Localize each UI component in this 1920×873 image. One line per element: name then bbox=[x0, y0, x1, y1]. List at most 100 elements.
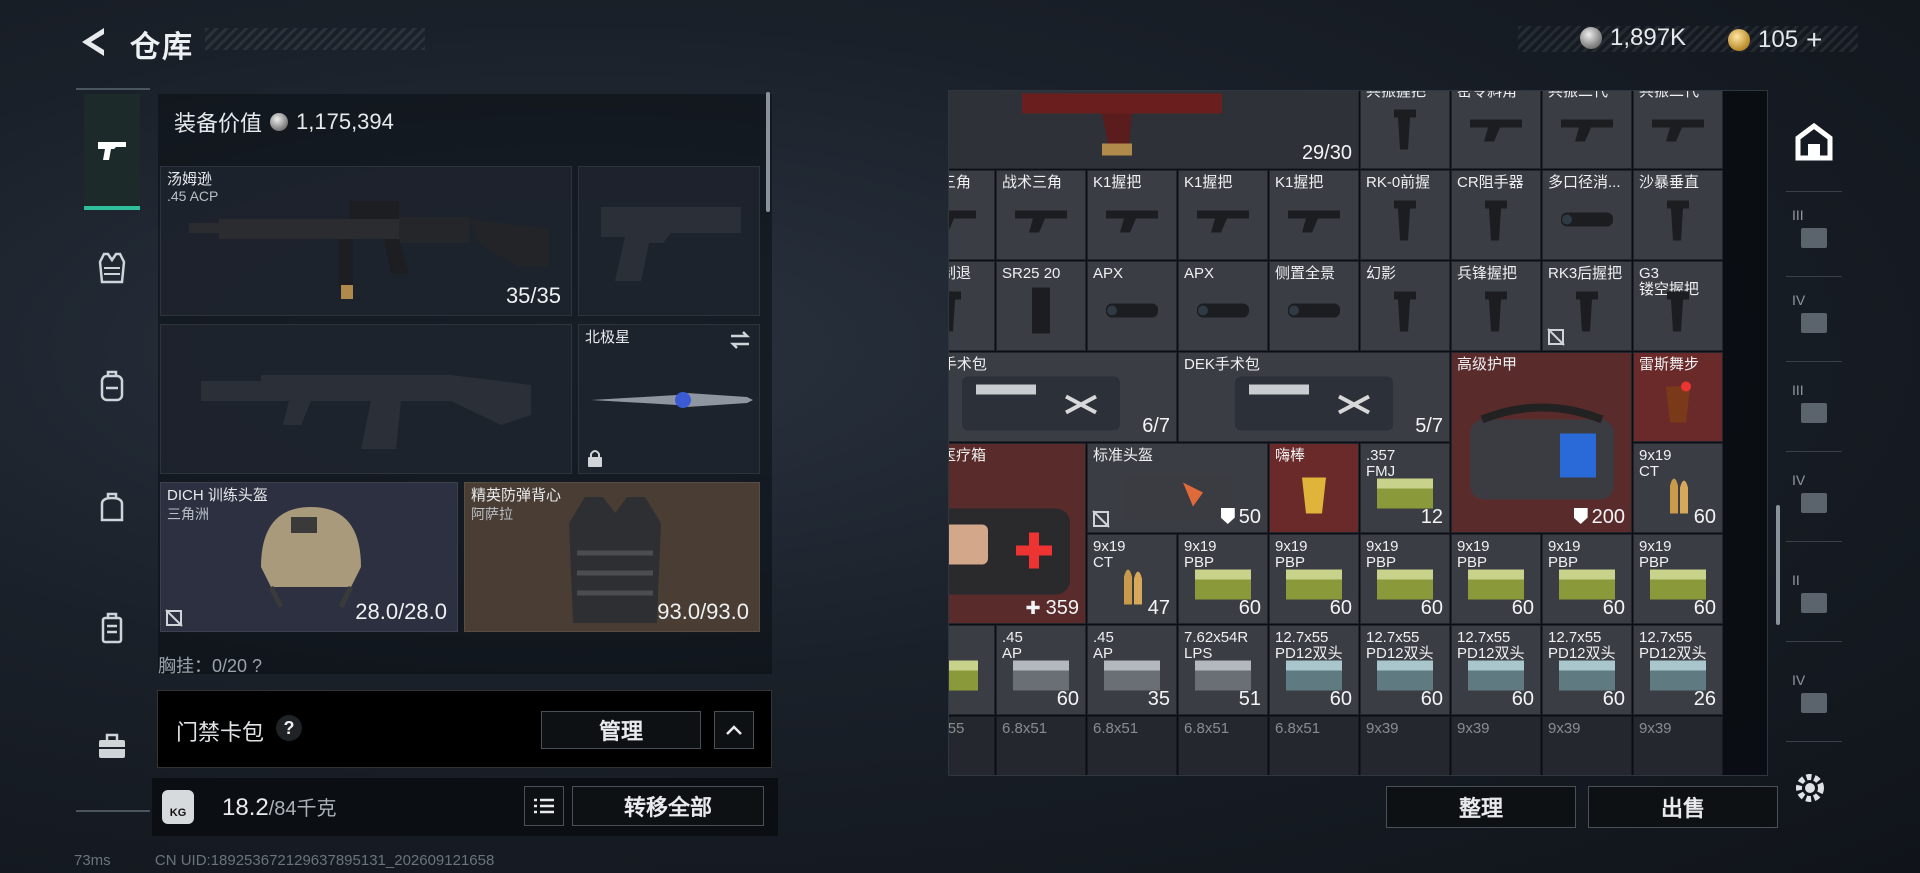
storage-item[interactable]: 12.7x55 PD12双头 60 bbox=[1269, 625, 1359, 715]
nav-bag[interactable] bbox=[84, 478, 140, 538]
storage-item[interactable]: 9x39 bbox=[1633, 716, 1723, 775]
storage-item[interactable]: K1握把 bbox=[1178, 170, 1268, 260]
primary-weapon-slot[interactable]: 汤姆逊 .45 ACP 35/35 bbox=[160, 166, 572, 316]
tab-storage-5[interactable]: II bbox=[1786, 562, 1842, 642]
list-icon bbox=[534, 798, 554, 814]
storage-item[interactable]: G3 镂空握把 bbox=[1633, 261, 1723, 351]
tab-storage-1[interactable]: III bbox=[1786, 197, 1842, 277]
gold-coin-icon bbox=[1728, 29, 1750, 51]
melee-slot[interactable]: 北极星 bbox=[578, 324, 760, 474]
storage-item[interactable]: 9x39 bbox=[1360, 716, 1450, 775]
storage-item[interactable]: 密令斜角 bbox=[1451, 91, 1541, 169]
help-icon[interactable]: ? bbox=[276, 715, 302, 741]
storage-item[interactable]: .45 AP 35 bbox=[1087, 625, 1177, 715]
transfer-all-button[interactable]: 转移全部 bbox=[572, 786, 764, 826]
manage-button[interactable]: 管理 bbox=[541, 711, 701, 749]
item-name: 6.8x51 bbox=[1002, 720, 1048, 737]
storage-item[interactable]: .357 FMJ 12 bbox=[1360, 443, 1450, 533]
chest-rig-row[interactable]: 胸挂：0/20 ? bbox=[158, 652, 758, 678]
storage-item[interactable]: 12.7x55 bbox=[949, 716, 995, 775]
gold-currency[interactable]: 105 + bbox=[1728, 24, 1822, 56]
storage-item[interactable]: 7.62x54R LPS 51 bbox=[1178, 625, 1268, 715]
storage-item[interactable]: 战术三角 bbox=[949, 170, 995, 260]
grip-icon bbox=[1557, 114, 1617, 149]
storage-item[interactable]: 29/30 bbox=[949, 91, 1359, 169]
storage-item[interactable]: DEK手术包 5/7 bbox=[1178, 352, 1450, 442]
storage-item[interactable]: 6.8x51 bbox=[996, 716, 1086, 775]
storage-item[interactable]: 12.7x55 PD12双头 60 bbox=[1360, 625, 1450, 715]
helmet-slot[interactable]: DICH 训练头盔 三角洲 28.0/28.0 bbox=[160, 482, 458, 632]
storage-item[interactable]: 9x39 bbox=[1542, 716, 1632, 775]
storage-scrollbar[interactable] bbox=[1776, 505, 1780, 625]
storage-item[interactable]: 9x19 PBP 60 bbox=[1633, 534, 1723, 624]
storage-item[interactable]: 12.7x55 PD12双头 60 bbox=[1542, 625, 1632, 715]
storage-item[interactable]: K1握把 bbox=[1087, 170, 1177, 260]
storage-item[interactable]: 雷斯舞步 bbox=[1633, 352, 1723, 442]
storage-item[interactable]: RK-0前握 bbox=[1360, 170, 1450, 260]
nav-vest[interactable] bbox=[84, 238, 140, 298]
storage-item[interactable]: 9x19PBP bbox=[949, 625, 995, 715]
armor-slot[interactable]: 精英防弹背心 阿萨拉 93.0/93.0 bbox=[464, 482, 760, 632]
nav-weapon[interactable] bbox=[84, 94, 140, 210]
storage-item[interactable]: 共振二代 bbox=[1542, 91, 1632, 169]
storage-item[interactable]: 9x19 PBP 60 bbox=[1178, 534, 1268, 624]
storage-item[interactable]: 6.8x51 bbox=[1178, 716, 1268, 775]
storage-item[interactable]: APX bbox=[1178, 261, 1268, 351]
storage-item[interactable]: 战术三角 bbox=[996, 170, 1086, 260]
nav-case[interactable] bbox=[84, 598, 140, 658]
storage-item[interactable]: APX bbox=[1087, 261, 1177, 351]
storage-item[interactable]: 沙暴垂直 bbox=[1633, 170, 1723, 260]
storage-item[interactable]: K1握把 bbox=[1269, 170, 1359, 260]
storage-item[interactable]: CR阻手器 bbox=[1451, 170, 1541, 260]
storage-item[interactable]: 侧置全景 bbox=[1269, 261, 1359, 351]
tab-all-storage[interactable] bbox=[1786, 92, 1842, 192]
storage-item[interactable]: 12.7x55 PD12双头 60 bbox=[1451, 625, 1541, 715]
tab-tier: IV bbox=[1792, 292, 1806, 308]
storage-item[interactable]: 嗨棒 bbox=[1269, 443, 1359, 533]
nav-toolbox[interactable] bbox=[84, 716, 140, 776]
storage-item[interactable]: 钛金制退 bbox=[949, 261, 995, 351]
storage-item[interactable]: 9x19 PBP 60 bbox=[1542, 534, 1632, 624]
storage-item[interactable]: RK3后握把 bbox=[1542, 261, 1632, 351]
sort-button[interactable]: 整理 bbox=[1386, 786, 1576, 828]
list-view-button[interactable] bbox=[524, 786, 564, 826]
storage-item[interactable]: 9x19 CT 60 bbox=[1633, 443, 1723, 533]
storage-item[interactable]: SR25 20 bbox=[996, 261, 1086, 351]
storage-item[interactable]: 9x19 PBP 60 bbox=[1360, 534, 1450, 624]
back-arrow-icon[interactable] bbox=[74, 22, 114, 62]
storage-item[interactable]: 9x19 PBP 60 bbox=[1269, 534, 1359, 624]
swap-icon[interactable] bbox=[727, 329, 753, 351]
tab-storage-6[interactable]: IV bbox=[1786, 662, 1842, 742]
nav-backpack[interactable] bbox=[84, 356, 140, 416]
storage-item[interactable]: 高级护甲 200 bbox=[1451, 352, 1632, 533]
vertical-grip-icon bbox=[1572, 288, 1602, 339]
tab-storage-3[interactable]: III bbox=[1786, 372, 1842, 452]
tab-storage-2[interactable]: IV bbox=[1786, 282, 1842, 362]
loadout-scrollbar[interactable] bbox=[766, 92, 770, 212]
storage-item[interactable]: 9x19 CT 47 bbox=[1087, 534, 1177, 624]
container-icon bbox=[1801, 402, 1827, 423]
collapse-button[interactable] bbox=[714, 711, 754, 749]
tab-storage-4[interactable]: IV bbox=[1786, 462, 1842, 542]
storage-item[interactable]: 共振握把 bbox=[1360, 91, 1450, 169]
storage-item[interactable]: 战地医疗箱 ✚ 359 bbox=[949, 443, 1086, 624]
storage-item[interactable]: 共振二代 bbox=[1633, 91, 1723, 169]
storage-item[interactable]: 6.8x51 bbox=[1087, 716, 1177, 775]
storage-item[interactable]: 9x19 PBP 60 bbox=[1451, 534, 1541, 624]
storage-item[interactable]: .45 AP 60 bbox=[996, 625, 1086, 715]
storage-item[interactable]: 9x39 bbox=[1451, 716, 1541, 775]
add-currency-button[interactable]: + bbox=[1806, 24, 1822, 56]
pistol-slot[interactable] bbox=[578, 166, 760, 316]
settings-gear-icon[interactable] bbox=[1790, 768, 1830, 808]
secondary-weapon-slot[interactable] bbox=[160, 324, 572, 474]
storage-item[interactable]: 6.8x51 bbox=[1269, 716, 1359, 775]
storage-item[interactable]: 幻影 bbox=[1360, 261, 1450, 351]
storage-item[interactable]: 多口径消... bbox=[1542, 170, 1632, 260]
storage-item[interactable]: 12.7x55 PD12双头 26 bbox=[1633, 625, 1723, 715]
storage-item[interactable]: 标准头盔 50 bbox=[1087, 443, 1268, 533]
storage-item[interactable]: DEK手术包6/7 bbox=[949, 352, 1177, 442]
storage-item[interactable]: 兵锋握把 bbox=[1451, 261, 1541, 351]
item-name: 兵锋握把 bbox=[1457, 265, 1518, 282]
sell-button[interactable]: 出售 bbox=[1588, 786, 1778, 828]
status-line: 73ms CN UID:1892536721296378951​31_20260… bbox=[74, 852, 494, 869]
